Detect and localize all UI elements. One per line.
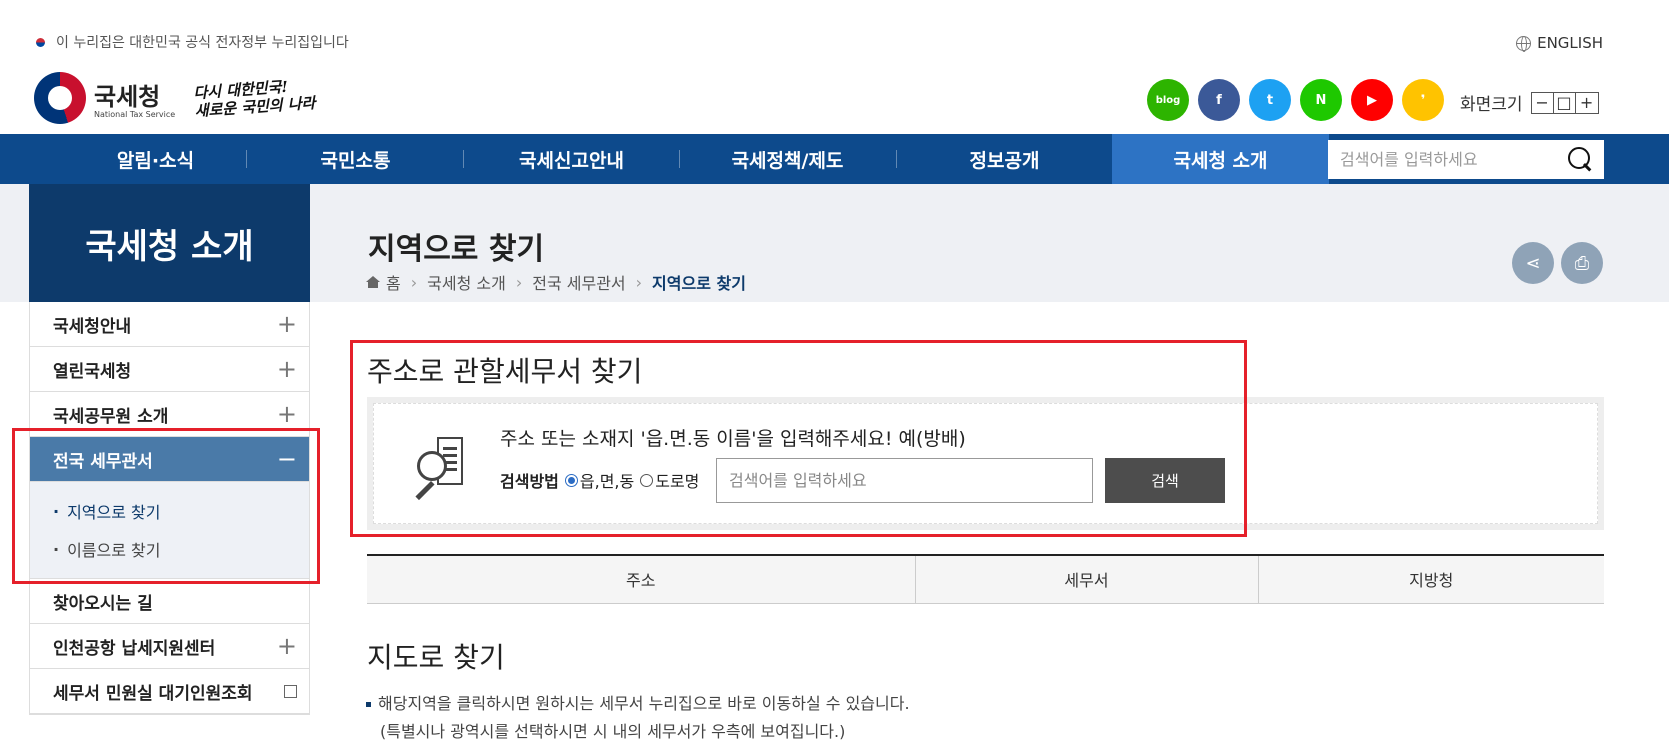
plus-icon: + xyxy=(276,632,297,660)
sidebar-item-open-nts[interactable]: 열린국세청 + xyxy=(30,347,309,392)
logo-english: National Tax Service xyxy=(94,110,176,119)
font-size-control: 화면크기 − □ + xyxy=(1460,90,1599,115)
plus-icon: + xyxy=(276,310,297,338)
plus-icon: + xyxy=(276,400,297,428)
external-link-icon xyxy=(284,684,297,698)
nav-item-news[interactable]: 알림·소식 xyxy=(47,134,264,184)
nav-item-disclosure[interactable]: 정보공개 xyxy=(896,134,1113,184)
nav-item-tax-filing[interactable]: 국세신고안내 xyxy=(463,134,680,184)
page-title: 지역으로 찾기 xyxy=(368,232,545,267)
note-line-2: (특별시나 광역시를 선택하시면 시 내의 세무서가 우측에 보여집니다.) xyxy=(380,722,846,741)
search-icon[interactable] xyxy=(1568,147,1592,171)
print-icon: ⎙ xyxy=(1574,252,1590,274)
font-increase-button[interactable]: + xyxy=(1576,93,1598,113)
facebook-icon[interactable]: f xyxy=(1198,79,1240,121)
plus-icon: + xyxy=(276,355,297,383)
nav-item-about-nts[interactable]: 국세청 소개 xyxy=(1112,134,1329,184)
table-header-office: 세무서 xyxy=(915,555,1259,604)
table-header-regional: 지방청 xyxy=(1258,555,1604,604)
globe-icon xyxy=(1516,35,1532,52)
highlight-box-sidebar xyxy=(12,428,320,584)
font-reset-button[interactable]: □ xyxy=(1554,92,1576,113)
sidebar-item-airport-center[interactable]: 인천공항 납세지원센터 + xyxy=(30,624,309,669)
table-header-address: 주소 xyxy=(367,555,916,604)
sidebar-title: 국세청 소개 xyxy=(29,184,310,302)
gov-banner-text: 이 누리집은 대한민국 공식 전자정부 누리집입니다 xyxy=(56,35,349,51)
breadcrumb-about[interactable]: 국세청 소개 xyxy=(427,270,506,294)
nav-item-communication[interactable]: 국민소통 xyxy=(247,134,464,184)
print-button[interactable]: ⎙ xyxy=(1561,242,1603,284)
sidebar-item-label: 세무서 민원실 대기인원조회 xyxy=(53,683,253,704)
chevron-right-icon: › xyxy=(515,272,523,292)
logo-korean: 국세청 xyxy=(94,84,161,111)
global-search-input[interactable] xyxy=(1328,150,1548,169)
home-icon[interactable] xyxy=(366,276,380,288)
chevron-right-icon: › xyxy=(635,272,643,292)
sidebar-item-directions[interactable]: 찾아오시는 길 xyxy=(30,579,309,624)
breadcrumb: 홈 › 국세청 소개 › 전국 세무관서 › 지역으로 찾기 xyxy=(366,270,746,294)
post-icon[interactable]: N xyxy=(1300,79,1342,121)
main-navigation: 알림·소식 국민소통 국세신고안내 국세정책/제도 정보공개 국세청 소개 xyxy=(0,134,1669,184)
sidebar-item-label: 국세청안내 xyxy=(53,316,132,337)
youtube-icon[interactable]: ▶ xyxy=(1351,79,1393,121)
share-button[interactable]: ⋖ xyxy=(1512,242,1554,284)
sidebar-item-label: 인천공항 납세지원센터 xyxy=(53,638,216,659)
breadcrumb-current: 지역으로 찾기 xyxy=(652,274,746,293)
sidebar-item-label: 국세공무원 소개 xyxy=(53,406,169,427)
map-section-note: 해당지역을 클릭하시면 원하시는 세무서 누리집으로 바로 이동하실 수 있습니… xyxy=(366,690,910,745)
gov-banner: 이 누리집은 대한민국 공식 전자정부 누리집입니다 xyxy=(32,32,349,52)
slogan: 다시 대한민국! 새로운 국민의 나라 xyxy=(193,76,316,121)
sns-links: blog f t N ▶ ❜ xyxy=(1147,79,1444,121)
sidebar-item-label: 찾아오시는 길 xyxy=(53,593,153,614)
chevron-right-icon: › xyxy=(410,272,418,292)
sidebar-item-label: 열린국세청 xyxy=(53,361,132,382)
nts-logo[interactable]: 국세청 National Tax Service xyxy=(34,72,175,124)
map-section-title: 지도로 찾기 xyxy=(367,641,505,674)
breadcrumb-home[interactable]: 홈 xyxy=(386,270,401,294)
sidebar-item-nts-guide[interactable]: 국세청안내 + xyxy=(30,302,309,347)
font-decrease-button[interactable]: − xyxy=(1532,92,1554,113)
breadcrumb-offices[interactable]: 전국 세무관서 xyxy=(532,270,625,294)
font-size-label: 화면크기 xyxy=(1460,95,1523,115)
share-icon: ⋖ xyxy=(1525,252,1541,274)
result-table: 주소 세무서 지방청 xyxy=(367,554,1604,604)
taegukgi-flag-icon xyxy=(32,36,50,49)
english-label: ENGLISH xyxy=(1537,34,1603,52)
kakaostory-icon[interactable]: ❜ xyxy=(1402,79,1444,121)
nav-item-tax-policy[interactable]: 국세정책/제도 xyxy=(679,134,896,184)
sidebar-item-waiting-count[interactable]: 세무서 민원실 대기인원조회 xyxy=(30,669,309,714)
blog-icon[interactable]: blog xyxy=(1147,79,1189,121)
note-line-1: 해당지역을 클릭하시면 원하시는 세무서 누리집으로 바로 이동하실 수 있습니… xyxy=(378,694,910,713)
nts-emblem-icon xyxy=(34,72,86,124)
english-link[interactable]: ENGLISH xyxy=(1516,34,1603,52)
global-search xyxy=(1328,140,1604,179)
twitter-icon[interactable]: t xyxy=(1249,79,1291,121)
bullet-icon xyxy=(366,702,371,707)
highlight-box-address-search xyxy=(350,340,1247,537)
